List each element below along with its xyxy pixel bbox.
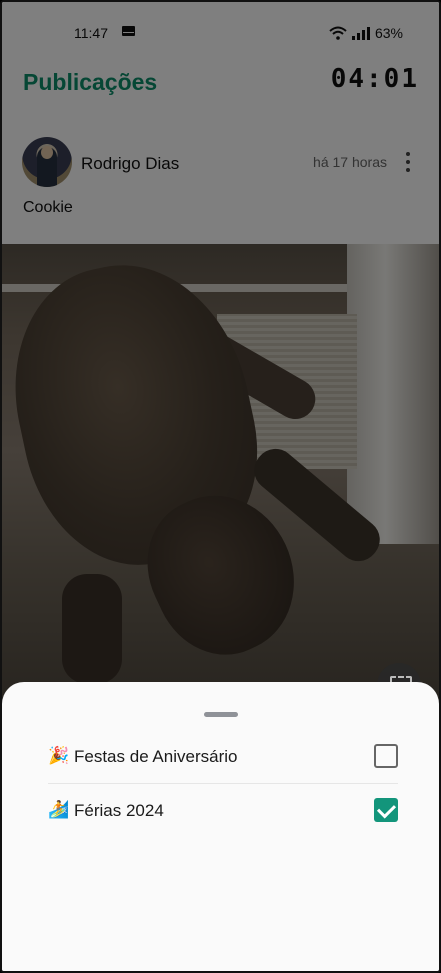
album-checkbox-checked[interactable]: [374, 798, 398, 822]
sheet-drag-handle[interactable]: [204, 712, 238, 717]
party-popper-icon: 🎉: [48, 746, 70, 765]
surfer-icon: 🏄: [48, 800, 70, 819]
album-option[interactable]: 🏄 Férias 2024: [48, 784, 398, 838]
album-option[interactable]: 🎉 Festas de Aniversário: [48, 730, 398, 784]
album-checkbox[interactable]: [374, 744, 398, 768]
album-option-label: Festas de Aniversário: [74, 747, 238, 766]
album-bottom-sheet: 🎉 Festas de Aniversário 🏄 Férias 2024: [2, 682, 439, 971]
album-option-label: Férias 2024: [74, 801, 164, 820]
app-screen: 11:47 63% Publicações 04:01 Rodrigo Dias…: [0, 0, 441, 973]
